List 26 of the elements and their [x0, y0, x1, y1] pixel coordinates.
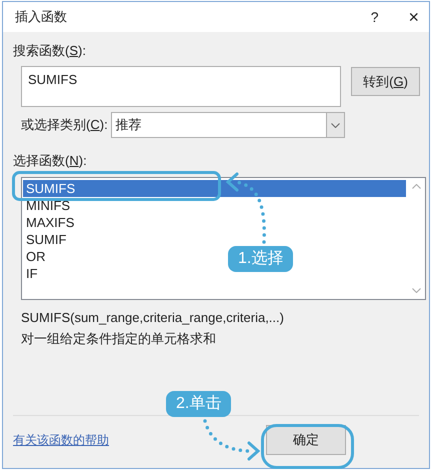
scroll-up-icon[interactable]: [412, 184, 420, 189]
list-item[interactable]: MAXIFS: [23, 214, 78, 231]
list-item[interactable]: SUMIF: [23, 231, 70, 248]
go-button[interactable]: 转到(G): [351, 67, 420, 96]
list-item[interactable]: IF: [23, 265, 41, 282]
callout-label: 1.选择: [228, 246, 294, 272]
list-item[interactable]: SUMIFS: [23, 180, 406, 197]
category-label: 或选择类别(C):: [21, 116, 108, 134]
list-item[interactable]: OR: [23, 248, 48, 265]
function-description: 对一组给定条件指定的单元格求和: [20, 330, 217, 348]
dotted-arrow: [203, 419, 260, 460]
window-title: 插入函数: [15, 8, 67, 26]
callout-label: 2.单击: [166, 391, 232, 417]
search-field[interactable]: SUMIFS: [21, 66, 341, 107]
dropdown-caret-icon: [330, 122, 340, 128]
help-link[interactable]: 有关该函数的帮助: [13, 431, 109, 449]
category-dropdown[interactable]: 推荐: [110, 112, 345, 138]
dotted-arrow: [226, 172, 266, 244]
function-signature: SUMIFS(sum_range,criteria_range,criteria,...): [20, 309, 285, 327]
close-button[interactable]: ×: [408, 8, 419, 26]
help-button[interactable]: ?: [370, 6, 378, 28]
function-list-label: 选择函数(N):: [13, 152, 88, 170]
ok-button[interactable]: 确定: [266, 425, 346, 455]
search-label: 搜索函数(S):: [13, 42, 87, 60]
list-item[interactable]: MINIFS: [23, 197, 74, 214]
scroll-down-icon[interactable]: [412, 288, 420, 293]
